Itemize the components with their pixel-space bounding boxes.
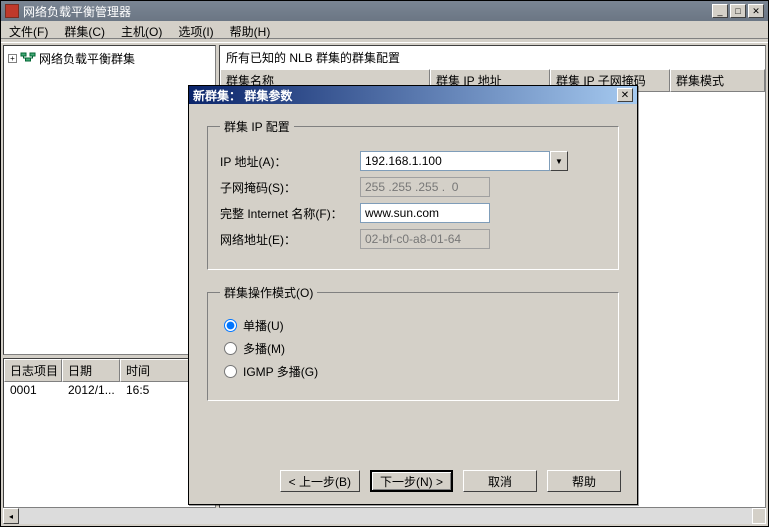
log-row[interactable]: 0001 2012/1... 16:5 [4,382,215,398]
h-scrollbar[interactable]: ◂ [3,508,766,524]
resize-grip[interactable] [752,508,766,524]
log-col-date[interactable]: 日期 [62,359,120,382]
radio-multicast[interactable] [224,342,237,355]
scroll-left-icon[interactable]: ◂ [3,508,19,524]
log-panel: 日志项目 日期 时间 0001 2012/1... 16:5 [3,358,216,508]
fqdn-label: 完整 Internet 名称(F)： [220,205,360,222]
radio-igmp[interactable] [224,365,237,378]
group-mode: 群集操作模式(O) 单播(U) 多播(M) IGMP 多播(G) [207,284,619,401]
expand-icon[interactable]: + [8,54,17,63]
ip-label: IP 地址(A)： [220,153,360,170]
titlebar: 网络负载平衡管理器 _ □ ✕ [1,1,768,21]
app-icon [5,4,19,18]
tree-panel: + 网络负载平衡群集 [3,45,216,355]
menu-host[interactable]: 主机(O) [113,21,170,38]
dialog-titlebar: 新群集： 群集参数 ✕ [189,86,637,104]
group-ip-legend: 群集 IP 配置 [220,118,294,135]
menu-options[interactable]: 选项(I) [170,21,221,38]
log-cell-date: 2012/1... [63,382,121,398]
group-mode-legend: 群集操作模式(O) [220,284,317,301]
menu-help[interactable]: 帮助(H) [222,21,279,38]
right-pane-heading: 所有已知的 NLB 群集的群集配置 [220,46,765,69]
chevron-down-icon[interactable]: ▼ [550,151,568,171]
mask-label: 子网掩码(S)： [220,179,360,196]
menu-file[interactable]: 文件(F) [1,21,56,38]
dialog-title: 新群集： 群集参数 [193,87,617,104]
col-mode[interactable]: 群集模式 [670,69,765,92]
window-title: 网络负载平衡管理器 [23,3,712,20]
help-button[interactable]: 帮助 [547,470,621,492]
radio-multicast-label: 多播(M) [243,340,285,357]
next-button[interactable]: 下一步(N) > [370,470,453,492]
mac-label: 网络地址(E)： [220,231,360,248]
ip-input[interactable] [360,151,550,171]
radio-multicast-row[interactable]: 多播(M) [224,340,606,357]
tree-root-label: 网络负载平衡群集 [39,50,135,67]
close-button[interactable]: ✕ [748,4,764,18]
group-ip-config: 群集 IP 配置 IP 地址(A)： ▼ 子网掩码(S)： 完整 Interne… [207,118,619,270]
maximize-button[interactable]: □ [730,4,746,18]
back-button[interactable]: < 上一步(B) [280,470,360,492]
cluster-icon [20,51,36,66]
radio-unicast[interactable] [224,319,237,332]
radio-unicast-label: 单播(U) [243,317,284,334]
radio-igmp-label: IGMP 多播(G) [243,363,318,380]
menubar: 文件(F) 群集(C) 主机(O) 选项(I) 帮助(H) [1,21,768,39]
tree-root-row[interactable]: + 网络负载平衡群集 [8,50,211,67]
mac-input [360,229,490,249]
cancel-button[interactable]: 取消 [463,470,537,492]
mask-input [360,177,490,197]
log-cell-item: 0001 [5,382,63,398]
minimize-button[interactable]: _ [712,4,728,18]
radio-unicast-row[interactable]: 单播(U) [224,317,606,334]
log-col-item[interactable]: 日志项目 [4,359,62,382]
dialog-cluster-params: 新群集： 群集参数 ✕ 群集 IP 配置 IP 地址(A)： ▼ 子网掩码(S)… [188,85,638,505]
radio-igmp-row[interactable]: IGMP 多播(G) [224,363,606,380]
menu-cluster[interactable]: 群集(C) [56,21,113,38]
dialog-close-button[interactable]: ✕ [617,88,633,102]
fqdn-input[interactable] [360,203,490,223]
